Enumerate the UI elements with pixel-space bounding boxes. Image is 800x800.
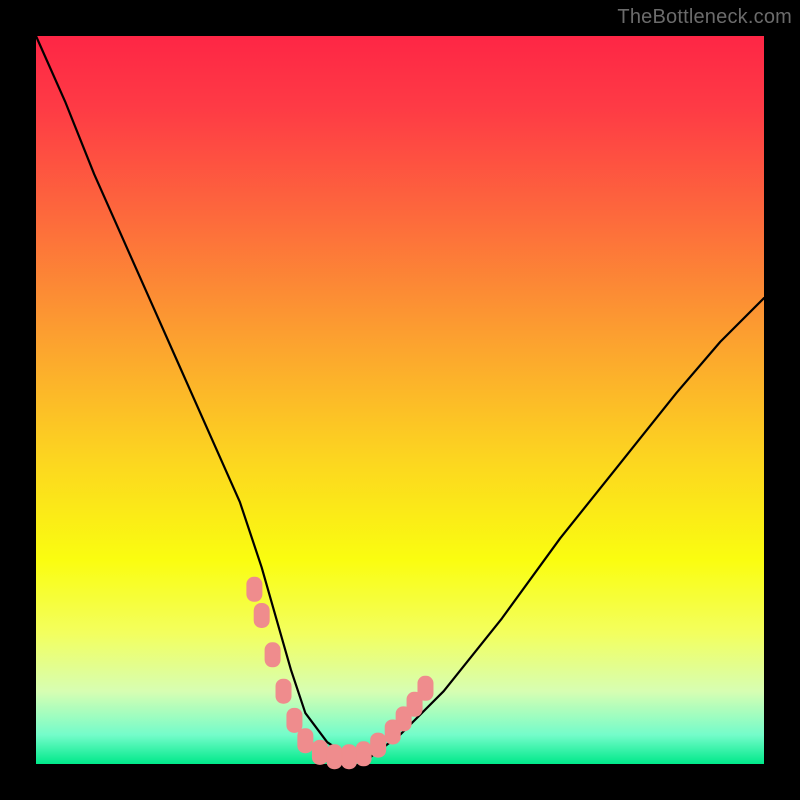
watermark-text: TheBottleneck.com [617, 6, 792, 29]
valley-marker [356, 742, 371, 766]
valley-marker [371, 733, 386, 757]
valley-marker [276, 679, 291, 703]
valley-marker [312, 740, 327, 764]
valley-marker [418, 676, 433, 700]
valley-marker [298, 729, 313, 753]
valley-marker [254, 603, 269, 627]
curve-svg [36, 36, 764, 764]
valley-marker [247, 577, 262, 601]
valley-markers [247, 577, 433, 768]
valley-marker [342, 745, 357, 769]
valley-marker [265, 643, 280, 667]
valley-marker [287, 708, 302, 732]
bottleneck-curve [36, 36, 764, 757]
chart-stage: TheBottleneck.com [0, 0, 800, 800]
valley-marker [327, 745, 342, 769]
